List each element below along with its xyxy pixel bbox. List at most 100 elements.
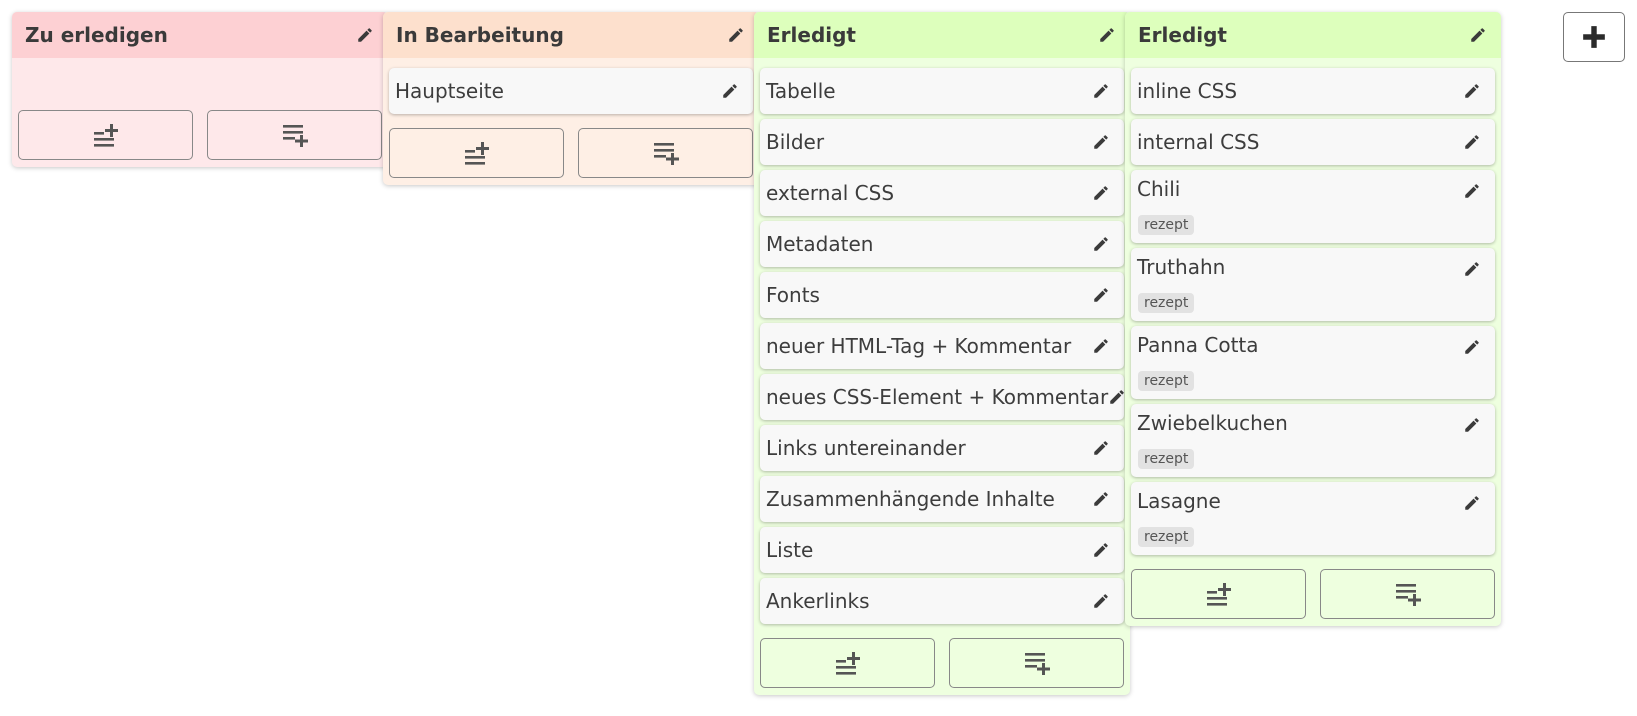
card[interactable]: Zusammenhängende Inhalte bbox=[760, 476, 1124, 522]
tag-badge: rezept bbox=[1138, 527, 1195, 547]
card-title: neuer HTML-Tag + Kommentar bbox=[766, 334, 1072, 358]
kanban-board: Zu erledigen In Bearbeitung Hauptseite Erle… bbox=[0, 0, 1637, 716]
pencil-icon[interactable] bbox=[1463, 82, 1481, 100]
pencil-icon[interactable] bbox=[1092, 541, 1110, 559]
card[interactable]: internal CSS bbox=[1131, 119, 1495, 165]
pencil-icon[interactable] bbox=[1092, 82, 1110, 100]
pencil-icon[interactable] bbox=[1463, 184, 1481, 202]
pencil-icon[interactable] bbox=[1092, 235, 1110, 253]
card[interactable]: Ankerlinks bbox=[760, 578, 1124, 624]
pencil-icon[interactable] bbox=[1098, 26, 1116, 44]
card-row: inline CSS bbox=[1131, 68, 1495, 114]
pencil-icon[interactable] bbox=[1463, 262, 1481, 280]
column-header: Zu erledigen bbox=[12, 12, 388, 58]
card-row: external CSS bbox=[760, 170, 1124, 216]
column-header: In Bearbeitung bbox=[383, 12, 759, 58]
card-row: Panna Cotta bbox=[1131, 326, 1495, 372]
playlist-add-icon bbox=[1023, 650, 1051, 676]
card[interactable]: Fonts bbox=[760, 272, 1124, 318]
card[interactable]: Chili rezept bbox=[1131, 170, 1495, 243]
pencil-icon[interactable] bbox=[1092, 490, 1110, 508]
card-row: Truthahn bbox=[1131, 248, 1495, 294]
card[interactable]: Lasagne rezept bbox=[1131, 482, 1495, 555]
column-title: Zu erledigen bbox=[25, 23, 168, 47]
card[interactable]: Links untereinander bbox=[760, 425, 1124, 471]
column: Erledigt inline CSS internal CSS Chili rezep… bbox=[1125, 12, 1501, 626]
card-row: Zusammenhängende Inhalte bbox=[760, 476, 1124, 522]
card-row: Zwiebelkuchen bbox=[1131, 404, 1495, 450]
card-title: Lasagne bbox=[1137, 489, 1221, 513]
card-row: Tabelle bbox=[760, 68, 1124, 114]
pencil-icon[interactable] bbox=[1092, 286, 1110, 304]
card-row: Bilder bbox=[760, 119, 1124, 165]
card[interactable]: Zwiebelkuchen rezept bbox=[1131, 404, 1495, 477]
card-title: inline CSS bbox=[1137, 79, 1238, 103]
add-card-buttons bbox=[1131, 569, 1495, 619]
card-title: internal CSS bbox=[1137, 130, 1260, 154]
pencil-icon[interactable] bbox=[1469, 26, 1487, 44]
column-body bbox=[12, 58, 388, 167]
column-body: Hauptseite bbox=[383, 58, 759, 185]
pencil-icon[interactable] bbox=[1092, 592, 1110, 610]
card[interactable]: Bilder bbox=[760, 119, 1124, 165]
pencil-icon[interactable] bbox=[1463, 418, 1481, 436]
tag-badge: rezept bbox=[1138, 449, 1195, 469]
plus-icon bbox=[1581, 24, 1607, 50]
card-title: Panna Cotta bbox=[1137, 333, 1259, 357]
pencil-icon[interactable] bbox=[356, 26, 374, 44]
card[interactable]: neuer HTML-Tag + Kommentar bbox=[760, 323, 1124, 369]
card[interactable]: Liste bbox=[760, 527, 1124, 573]
card-title: Links untereinander bbox=[766, 436, 966, 460]
card[interactable]: Hauptseite bbox=[389, 68, 753, 114]
card-row: Links untereinander bbox=[760, 425, 1124, 471]
card[interactable]: Panna Cotta rezept bbox=[1131, 326, 1495, 399]
pencil-icon[interactable] bbox=[1092, 337, 1110, 355]
card[interactable]: Tabelle bbox=[760, 68, 1124, 114]
column: Zu erledigen bbox=[12, 12, 388, 167]
pencil-icon[interactable] bbox=[1092, 133, 1110, 151]
card[interactable]: external CSS bbox=[760, 170, 1124, 216]
card-title: Fonts bbox=[766, 283, 820, 307]
playlist-add-top-icon bbox=[834, 650, 862, 676]
card-title: Chili bbox=[1137, 177, 1181, 201]
card-title: Ankerlinks bbox=[766, 589, 870, 613]
add-card-buttons bbox=[389, 128, 753, 178]
add-card-bottom-button[interactable] bbox=[949, 638, 1124, 688]
tag-badge: rezept bbox=[1138, 371, 1195, 391]
card-row: internal CSS bbox=[1131, 119, 1495, 165]
pencil-icon[interactable] bbox=[1463, 496, 1481, 514]
tag-badge: rezept bbox=[1138, 293, 1195, 313]
card[interactable]: neues CSS-Element + Kommentar bbox=[760, 374, 1124, 420]
pencil-icon[interactable] bbox=[1108, 388, 1126, 406]
column-header: Erledigt bbox=[1125, 12, 1501, 58]
add-card-bottom-button[interactable] bbox=[578, 128, 753, 178]
card[interactable]: Metadaten bbox=[760, 221, 1124, 267]
pencil-icon[interactable] bbox=[727, 26, 745, 44]
add-card-top-button[interactable] bbox=[389, 128, 564, 178]
playlist-add-icon bbox=[652, 140, 680, 166]
empty-dropzone bbox=[18, 68, 382, 110]
add-card-top-button[interactable] bbox=[1131, 569, 1306, 619]
column-title: Erledigt bbox=[767, 23, 856, 47]
playlist-add-icon bbox=[281, 122, 309, 148]
playlist-add-icon bbox=[1394, 581, 1422, 607]
card-row: Liste bbox=[760, 527, 1124, 573]
pencil-icon[interactable] bbox=[1092, 439, 1110, 457]
card-title: Tabelle bbox=[766, 79, 836, 103]
add-card-top-button[interactable] bbox=[760, 638, 935, 688]
pencil-icon[interactable] bbox=[721, 82, 739, 100]
pencil-icon[interactable] bbox=[1463, 133, 1481, 151]
card-title: Zwiebelkuchen bbox=[1137, 411, 1288, 435]
pencil-icon[interactable] bbox=[1463, 340, 1481, 358]
add-card-bottom-button[interactable] bbox=[207, 110, 382, 160]
add-card-top-button[interactable] bbox=[18, 110, 193, 160]
pencil-icon[interactable] bbox=[1092, 184, 1110, 202]
card[interactable]: Truthahn rezept bbox=[1131, 248, 1495, 321]
card-row: Chili bbox=[1131, 170, 1495, 216]
card-row: neuer HTML-Tag + Kommentar bbox=[760, 323, 1124, 369]
add-card-buttons bbox=[760, 638, 1124, 688]
add-column-button[interactable] bbox=[1563, 12, 1625, 62]
add-card-buttons bbox=[18, 110, 382, 160]
add-card-bottom-button[interactable] bbox=[1320, 569, 1495, 619]
card[interactable]: inline CSS bbox=[1131, 68, 1495, 114]
